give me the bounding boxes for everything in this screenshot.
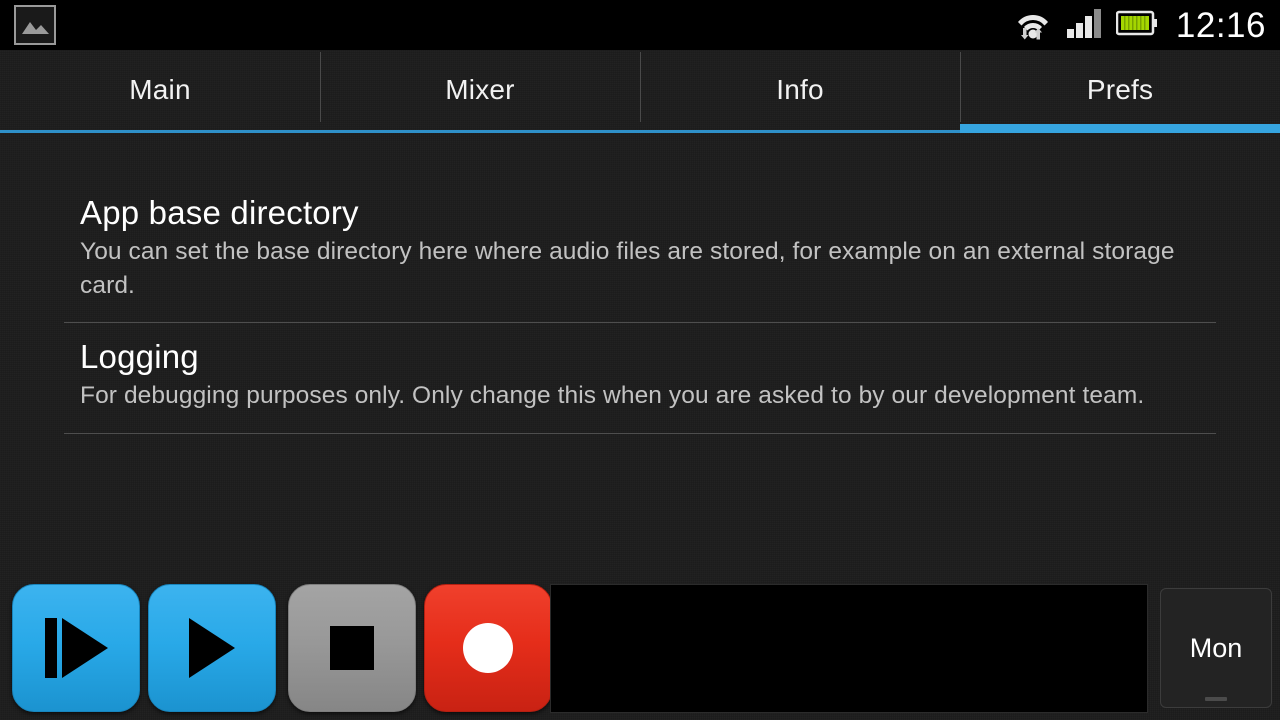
cell-signal-icon <box>1066 7 1104 44</box>
status-bar-left <box>0 5 56 45</box>
wifi-icon <box>1012 6 1054 45</box>
pref-description: For debugging purposes only. Only change… <box>80 382 1145 410</box>
play-from-start-button[interactable] <box>12 584 140 712</box>
pref-description: You can set the base directory here wher… <box>80 237 1175 299</box>
tab-main-label: Main <box>129 73 191 105</box>
record-icon <box>463 623 513 673</box>
tab-separator <box>320 52 321 122</box>
app-window: 12:16 Main Mixer Info Prefs App base dir… <box>0 0 1280 720</box>
tab-bar: Main Mixer Info Prefs <box>0 50 1280 133</box>
preferences-list: App base directory You can set the base … <box>0 133 1280 573</box>
stop-button[interactable] <box>288 584 416 712</box>
status-bar-clock: 12:16 <box>1175 5 1266 45</box>
pref-item-app-base-directory[interactable]: App base directory You can set the base … <box>64 194 1216 302</box>
battery-icon <box>1115 9 1158 42</box>
level-meter-display <box>550 584 1148 713</box>
monitor-button[interactable]: Mon <box>1160 588 1272 708</box>
play-button[interactable] <box>148 584 276 712</box>
tab-mixer-label: Mixer <box>445 73 515 105</box>
play-from-start-icon <box>44 618 108 678</box>
monitor-button-label: Mon <box>1189 632 1243 663</box>
play-icon <box>189 618 235 678</box>
pref-item-logging[interactable]: Logging For debugging purposes only. Onl… <box>64 338 1216 413</box>
tab-prefs[interactable]: Prefs <box>960 50 1280 133</box>
tab-mixer[interactable]: Mixer <box>320 50 640 133</box>
tab-prefs-label: Prefs <box>1086 73 1154 105</box>
monitor-indicator <box>1205 697 1227 701</box>
pref-title: Logging <box>80 338 199 376</box>
tab-info[interactable]: Info <box>640 50 960 133</box>
transport-bar: Mon <box>0 576 1280 720</box>
list-divider <box>64 322 1216 324</box>
photo-icon <box>14 5 56 45</box>
android-status-bar: 12:16 <box>0 0 1280 50</box>
tab-separator <box>640 52 641 122</box>
stop-icon <box>330 626 374 670</box>
status-bar-right: 12:16 <box>1012 6 1280 45</box>
tab-active-underline <box>960 124 1280 133</box>
record-button[interactable] <box>424 584 552 712</box>
tab-info-label: Info <box>776 73 824 105</box>
tab-main[interactable]: Main <box>0 50 320 133</box>
list-divider <box>64 432 1216 434</box>
pref-title: App base directory <box>80 194 359 231</box>
tab-separator <box>960 52 961 122</box>
